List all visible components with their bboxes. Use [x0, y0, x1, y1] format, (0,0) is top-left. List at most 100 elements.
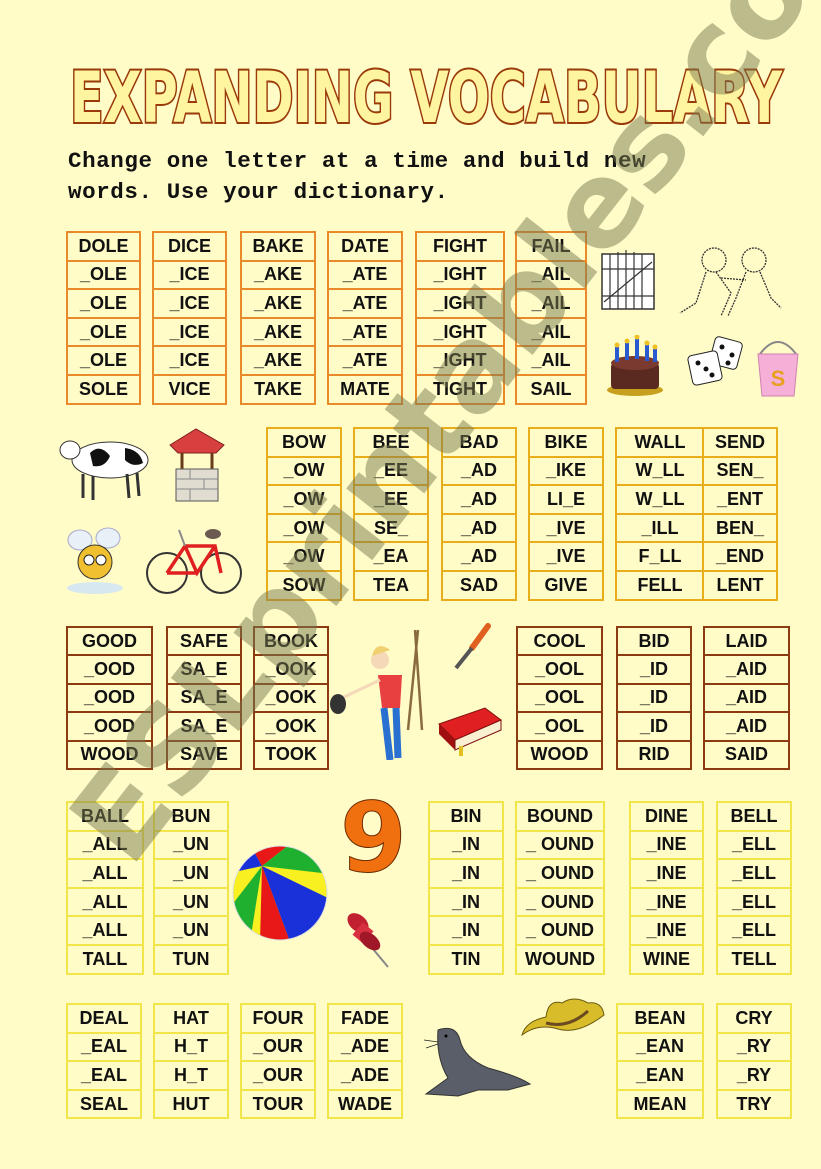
blank-word-cell[interactable]: SE_ [353, 512, 429, 544]
blank-word-cell[interactable]: _ATE [327, 316, 403, 348]
blank-word-cell[interactable]: _ OUND [515, 829, 605, 861]
blank-word-cell[interactable]: _AKE [240, 316, 316, 348]
blank-word-cell[interactable]: _UN [153, 829, 229, 861]
blank-word-cell[interactable]: SA_E [166, 711, 242, 742]
blank-word-cell[interactable]: _EAL [66, 1060, 142, 1091]
blank-word-cell[interactable]: F_LL [615, 541, 705, 572]
blank-word-cell[interactable]: _OOD [66, 711, 153, 742]
blank-word-cell[interactable]: _IVE [528, 512, 604, 544]
blank-word-cell[interactable]: _ID [616, 654, 692, 685]
blank-word-cell[interactable]: _OLE [66, 316, 141, 348]
blank-word-cell[interactable]: SA_E [166, 654, 242, 685]
blank-word-cell[interactable]: _ATE [327, 259, 403, 291]
blank-word-cell[interactable]: _OUR [240, 1060, 316, 1091]
blank-word-cell[interactable]: _IN [428, 829, 504, 861]
blank-word-cell[interactable]: _IN [428, 886, 504, 918]
blank-word-cell[interactable]: _ICE [152, 259, 227, 291]
blank-word-cell[interactable]: _RY [716, 1060, 792, 1091]
blank-word-cell[interactable]: _IGHT [415, 316, 505, 348]
blank-word-cell[interactable]: _OOD [66, 682, 153, 714]
blank-word-cell[interactable]: _OLE [66, 259, 141, 291]
blank-word-cell[interactable]: _AID [703, 682, 790, 714]
blank-word-cell[interactable]: _ATE [327, 345, 403, 376]
blank-word-cell[interactable]: _AD [441, 484, 517, 515]
blank-word-cell[interactable]: _UN [153, 915, 229, 946]
blank-word-cell[interactable]: _UN [153, 886, 229, 918]
blank-word-cell[interactable]: _ALL [66, 858, 144, 889]
blank-word-cell[interactable]: BEN_ [702, 512, 778, 544]
blank-word-cell[interactable]: _AIL [515, 345, 587, 376]
blank-word-cell[interactable]: _INE [629, 886, 704, 918]
blank-word-cell[interactable]: _AIL [515, 316, 587, 348]
blank-word-cell[interactable]: _ATE [327, 288, 403, 319]
blank-word-cell[interactable]: _ELL [716, 886, 792, 918]
blank-word-cell[interactable]: _IN [428, 915, 504, 946]
blank-word-cell[interactable]: _AKE [240, 345, 316, 376]
blank-word-cell[interactable]: _OW [266, 541, 342, 572]
blank-word-cell[interactable]: W_LL [615, 455, 705, 487]
blank-word-cell[interactable]: _ALL [66, 915, 144, 946]
blank-word-cell[interactable]: _UN [153, 858, 229, 889]
blank-word-cell[interactable]: _OOL [516, 654, 603, 685]
blank-word-cell[interactable]: _ILL [615, 512, 705, 544]
blank-word-cell[interactable]: _OUR [240, 1031, 316, 1063]
blank-word-cell[interactable]: _INE [629, 858, 704, 889]
blank-word-cell[interactable]: _EAL [66, 1031, 142, 1063]
blank-word-cell[interactable]: _ICE [152, 316, 227, 348]
blank-word-cell[interactable]: _OLE [66, 345, 141, 376]
blank-word-cell[interactable]: _IN [428, 858, 504, 889]
blank-word-cell[interactable]: LI_E [528, 484, 604, 515]
blank-word-cell[interactable]: _EAN [616, 1031, 704, 1063]
blank-word-cell[interactable]: _ICE [152, 345, 227, 376]
blank-word-cell[interactable]: _EA [353, 541, 429, 572]
blank-word-cell[interactable]: _ADE [327, 1060, 403, 1091]
blank-word-cell[interactable]: _AIL [515, 259, 587, 291]
blank-word-cell[interactable]: _AD [441, 455, 517, 487]
blank-word-cell[interactable]: _ELL [716, 915, 792, 946]
blank-word-cell[interactable]: W_LL [615, 484, 705, 515]
blank-word-cell[interactable]: _OOK [253, 654, 329, 685]
blank-word-cell[interactable]: _ELL [716, 829, 792, 861]
blank-word-cell[interactable]: _EE [353, 484, 429, 515]
blank-word-cell[interactable]: _IGHT [415, 288, 505, 319]
blank-word-cell[interactable]: SEN_ [702, 455, 778, 487]
blank-word-cell[interactable]: _ADE [327, 1031, 403, 1063]
blank-word-cell[interactable]: _AD [441, 512, 517, 544]
blank-word-cell[interactable]: _OOL [516, 711, 603, 742]
blank-word-cell[interactable]: _OOK [253, 682, 329, 714]
blank-word-cell[interactable]: _IKE [528, 455, 604, 487]
blank-word-cell[interactable]: _EE [353, 455, 429, 487]
blank-word-cell[interactable]: _OW [266, 512, 342, 544]
blank-word-cell[interactable]: SA_E [166, 682, 242, 714]
blank-word-cell[interactable]: _INE [629, 915, 704, 946]
blank-word-cell[interactable]: _ALL [66, 886, 144, 918]
blank-word-cell[interactable]: _IGHT [415, 345, 505, 376]
blank-word-cell[interactable]: _ENT [702, 484, 778, 515]
blank-word-cell[interactable]: _EAN [616, 1060, 704, 1091]
blank-word-cell[interactable]: _ALL [66, 829, 144, 861]
blank-word-cell[interactable]: H_T [153, 1031, 229, 1063]
blank-word-cell[interactable]: _IVE [528, 541, 604, 572]
blank-word-cell[interactable]: _OLE [66, 288, 141, 319]
blank-word-cell[interactable]: _AID [703, 711, 790, 742]
blank-word-cell[interactable]: _AIL [515, 288, 587, 319]
blank-word-cell[interactable]: _OOD [66, 654, 153, 685]
blank-word-cell[interactable]: _RY [716, 1031, 792, 1063]
blank-word-cell[interactable]: _ OUND [515, 858, 605, 889]
blank-word-cell[interactable]: _AKE [240, 288, 316, 319]
blank-word-cell[interactable]: _INE [629, 829, 704, 861]
blank-word-cell[interactable]: _ID [616, 711, 692, 742]
blank-word-cell[interactable]: _ICE [152, 288, 227, 319]
blank-word-cell[interactable]: _ OUND [515, 886, 605, 918]
blank-word-cell[interactable]: _OW [266, 455, 342, 487]
blank-word-cell[interactable]: H_T [153, 1060, 229, 1091]
blank-word-cell[interactable]: _ID [616, 682, 692, 714]
blank-word-cell[interactable]: _ OUND [515, 915, 605, 946]
blank-word-cell[interactable]: _ELL [716, 858, 792, 889]
blank-word-cell[interactable]: _OOK [253, 711, 329, 742]
blank-word-cell[interactable]: _AD [441, 541, 517, 572]
blank-word-cell[interactable]: _END [702, 541, 778, 572]
blank-word-cell[interactable]: _AID [703, 654, 790, 685]
blank-word-cell[interactable]: _IGHT [415, 259, 505, 291]
blank-word-cell[interactable]: _OOL [516, 682, 603, 714]
